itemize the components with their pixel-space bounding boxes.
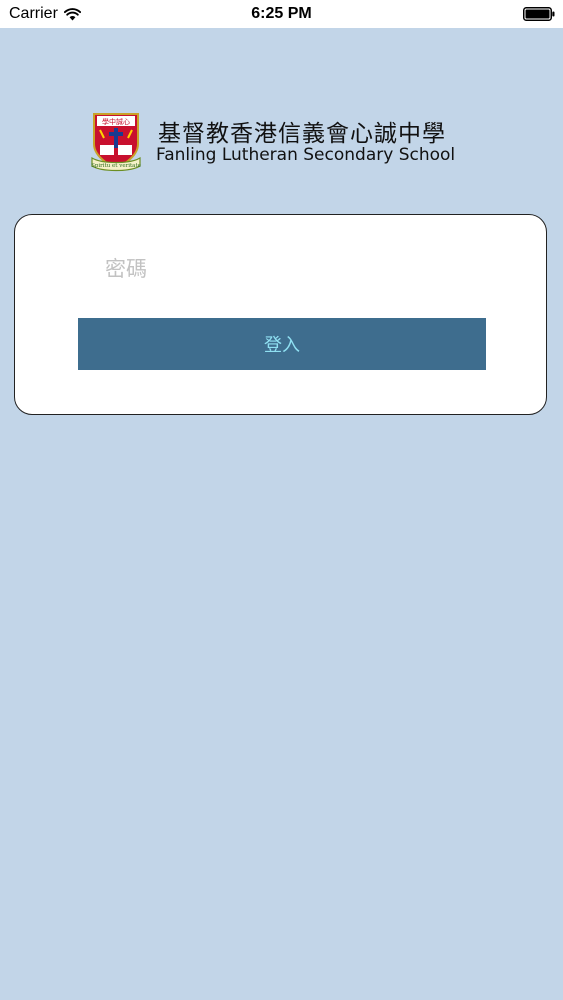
password-input[interactable] xyxy=(105,253,485,285)
crest-chinese-text: 學中誠心 xyxy=(102,117,130,126)
school-name-chinese: 基督教香港信義會心誠中學 xyxy=(158,121,446,147)
school-header: 學中誠心 Spiritu et veritate 基督教香港信義會心誠中學 Fa… xyxy=(90,112,490,172)
status-bar: Carrier 6:25 PM xyxy=(0,0,563,28)
login-card: 登入 xyxy=(14,214,547,415)
crest-motto: Spiritu et veritate xyxy=(91,163,141,169)
status-time: 6:25 PM xyxy=(251,5,312,22)
school-crest-logo: 學中誠心 Spiritu et veritate xyxy=(91,113,141,172)
school-name-english: Fanling Lutheran Secondary School xyxy=(156,145,456,165)
login-button[interactable]: 登入 xyxy=(78,318,486,370)
battery-full-icon xyxy=(523,7,555,21)
